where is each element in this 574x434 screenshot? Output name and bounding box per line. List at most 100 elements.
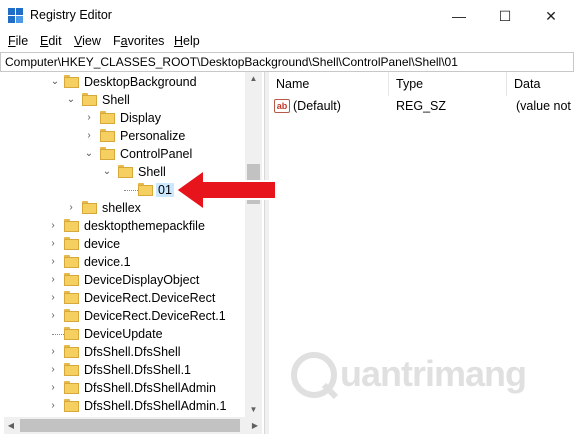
tree-item-label: DfsShell.DfsShell.1 [84, 363, 191, 377]
tree-item-label: device [84, 237, 121, 251]
folder-icon [64, 219, 79, 232]
close-button[interactable]: ✕ [528, 0, 574, 32]
tree-item-label: DfsShell.DfsShellAdmin.1 [84, 399, 227, 413]
scroll-thumb[interactable] [20, 419, 240, 432]
tree-item-label: ControlPanel [120, 147, 193, 161]
value-row[interactable]: ab (Default) REG_SZ (value not [269, 96, 574, 116]
menu-file[interactable]: File [8, 34, 28, 48]
expand-chevron-icon[interactable]: › [48, 346, 58, 358]
menu-bar: File Edit View Favorites Help [0, 32, 574, 52]
tree-item-desktopthemepackfile[interactable]: › desktopthemepackfile [4, 217, 244, 235]
expand-chevron-icon[interactable]: › [48, 292, 58, 304]
folder-icon [100, 147, 115, 160]
menu-edit[interactable]: Edit [40, 34, 62, 48]
red-arrow-annotation-icon [176, 170, 276, 210]
tree-horizontal-scrollbar[interactable]: ◀ ▶ [4, 417, 262, 434]
value-name: (Default) [293, 99, 341, 113]
tree-item-dfsshelladmin[interactable]: › DfsShell.DfsShellAdmin [4, 379, 244, 397]
menu-favorites[interactable]: Favorites [113, 34, 164, 48]
scroll-down-arrow-icon[interactable]: ▼ [245, 403, 262, 417]
watermark-logo-icon [291, 352, 339, 400]
address-bar[interactable]: Computer\HKEY_CLASSES_ROOT\DesktopBackgr… [0, 52, 574, 72]
tree-item-device-1[interactable]: › device.1 [4, 253, 244, 271]
key-tree-pane[interactable]: ⌄ DesktopBackground ⌄ Shell › Display › … [4, 72, 264, 434]
folder-icon [64, 399, 79, 412]
menu-file-accel: F [8, 34, 16, 48]
tree-item-devicerect[interactable]: › DeviceRect.DeviceRect [4, 289, 244, 307]
expand-chevron-icon[interactable]: › [48, 364, 58, 376]
tree-item-desktopbackground[interactable]: ⌄ DesktopBackground [4, 73, 244, 91]
menu-view-label: iew [82, 34, 101, 48]
menu-edit-label: dit [48, 34, 62, 48]
folder-icon [64, 345, 79, 358]
expand-chevron-icon[interactable]: › [48, 238, 58, 250]
expand-chevron-icon[interactable]: › [48, 256, 58, 268]
folder-icon [64, 309, 79, 322]
tree-item-label: 01 [156, 183, 174, 197]
folder-icon [64, 75, 79, 88]
column-header-type[interactable]: Type [389, 72, 507, 96]
tree-item-label: DeviceUpdate [84, 327, 163, 341]
scroll-left-arrow-icon[interactable]: ◀ [4, 417, 18, 434]
tree-item-dfsshell-1[interactable]: › DfsShell.DfsShell.1 [4, 361, 244, 379]
collapse-chevron-icon[interactable]: ⌄ [84, 148, 94, 160]
tree-connector-line [124, 190, 138, 191]
menu-help-label: elp [183, 34, 200, 48]
menu-help-accel: H [174, 34, 184, 48]
tree-item-device[interactable]: › device [4, 235, 244, 253]
collapse-chevron-icon[interactable]: ⌄ [66, 94, 76, 106]
tree-item-label: Shell [138, 165, 166, 179]
expand-chevron-icon[interactable]: › [84, 130, 94, 142]
tree-item-display[interactable]: › Display [4, 109, 244, 127]
tree-item-label: Shell [102, 93, 130, 107]
expand-chevron-icon[interactable]: › [48, 400, 58, 412]
expand-chevron-icon[interactable]: › [48, 274, 58, 286]
tree-item-label: DfsShell.DfsShell [84, 345, 181, 359]
expand-chevron-icon[interactable]: › [66, 202, 76, 214]
tree-item-label: shellex [102, 201, 141, 215]
expand-chevron-icon[interactable]: › [48, 382, 58, 394]
scroll-up-arrow-icon[interactable]: ▲ [245, 72, 262, 86]
maximize-button[interactable]: ☐ [482, 0, 528, 32]
scroll-right-arrow-icon[interactable]: ▶ [248, 417, 262, 434]
expand-chevron-icon[interactable]: › [84, 112, 94, 124]
collapse-chevron-icon[interactable]: ⌄ [102, 166, 112, 178]
menu-favorites-accel: a [120, 34, 128, 48]
window-title: Registry Editor [30, 8, 112, 22]
tree-item-label: device.1 [84, 255, 131, 269]
tree-item-personalize[interactable]: › Personalize [4, 127, 244, 145]
tree-item-deviceupdate[interactable]: DeviceUpdate [4, 325, 244, 343]
menu-favorites-post: vorites [127, 34, 165, 48]
registry-editor-app-icon [8, 8, 24, 24]
tree-item-devicerect-1[interactable]: › DeviceRect.DeviceRect.1 [4, 307, 244, 325]
expand-chevron-icon[interactable]: › [48, 310, 58, 322]
column-header-data[interactable]: Data [507, 72, 574, 96]
menu-favorites-pre: F [113, 34, 121, 48]
folder-icon [100, 111, 115, 124]
minimize-button[interactable]: — [436, 0, 482, 32]
menu-view[interactable]: View [74, 34, 101, 48]
menu-view-accel: V [74, 34, 83, 48]
expand-chevron-icon[interactable]: › [48, 220, 58, 232]
folder-icon [64, 237, 79, 250]
tree-item-label: DfsShell.DfsShellAdmin [84, 381, 216, 395]
tree-item-dfsshelladmin-1[interactable]: › DfsShell.DfsShellAdmin.1 [4, 397, 244, 415]
value-type: REG_SZ [396, 99, 447, 113]
menu-help[interactable]: Help [174, 34, 200, 48]
menu-file-label: ile [15, 34, 29, 48]
folder-icon [82, 93, 97, 106]
collapse-chevron-icon[interactable]: ⌄ [50, 76, 60, 88]
tree-item-label: DeviceRect.DeviceRect [84, 291, 216, 305]
folder-icon [64, 363, 79, 376]
tree-item-controlpanel[interactable]: ⌄ ControlPanel [4, 145, 244, 163]
column-header-name[interactable]: Name [269, 72, 389, 96]
tree-vertical-scrollbar[interactable]: ▲ ▼ [245, 72, 262, 417]
folder-icon [64, 381, 79, 394]
folder-icon [64, 291, 79, 304]
watermark-text: uantrimang [340, 353, 527, 394]
tree-item-dfsshell[interactable]: › DfsShell.DfsShell [4, 343, 244, 361]
folder-icon [100, 129, 115, 142]
tree-item-shell[interactable]: ⌄ Shell [4, 91, 244, 109]
tree-item-devicedisplayobject[interactable]: › DeviceDisplayObject [4, 271, 244, 289]
value-data: (value not [516, 99, 571, 113]
